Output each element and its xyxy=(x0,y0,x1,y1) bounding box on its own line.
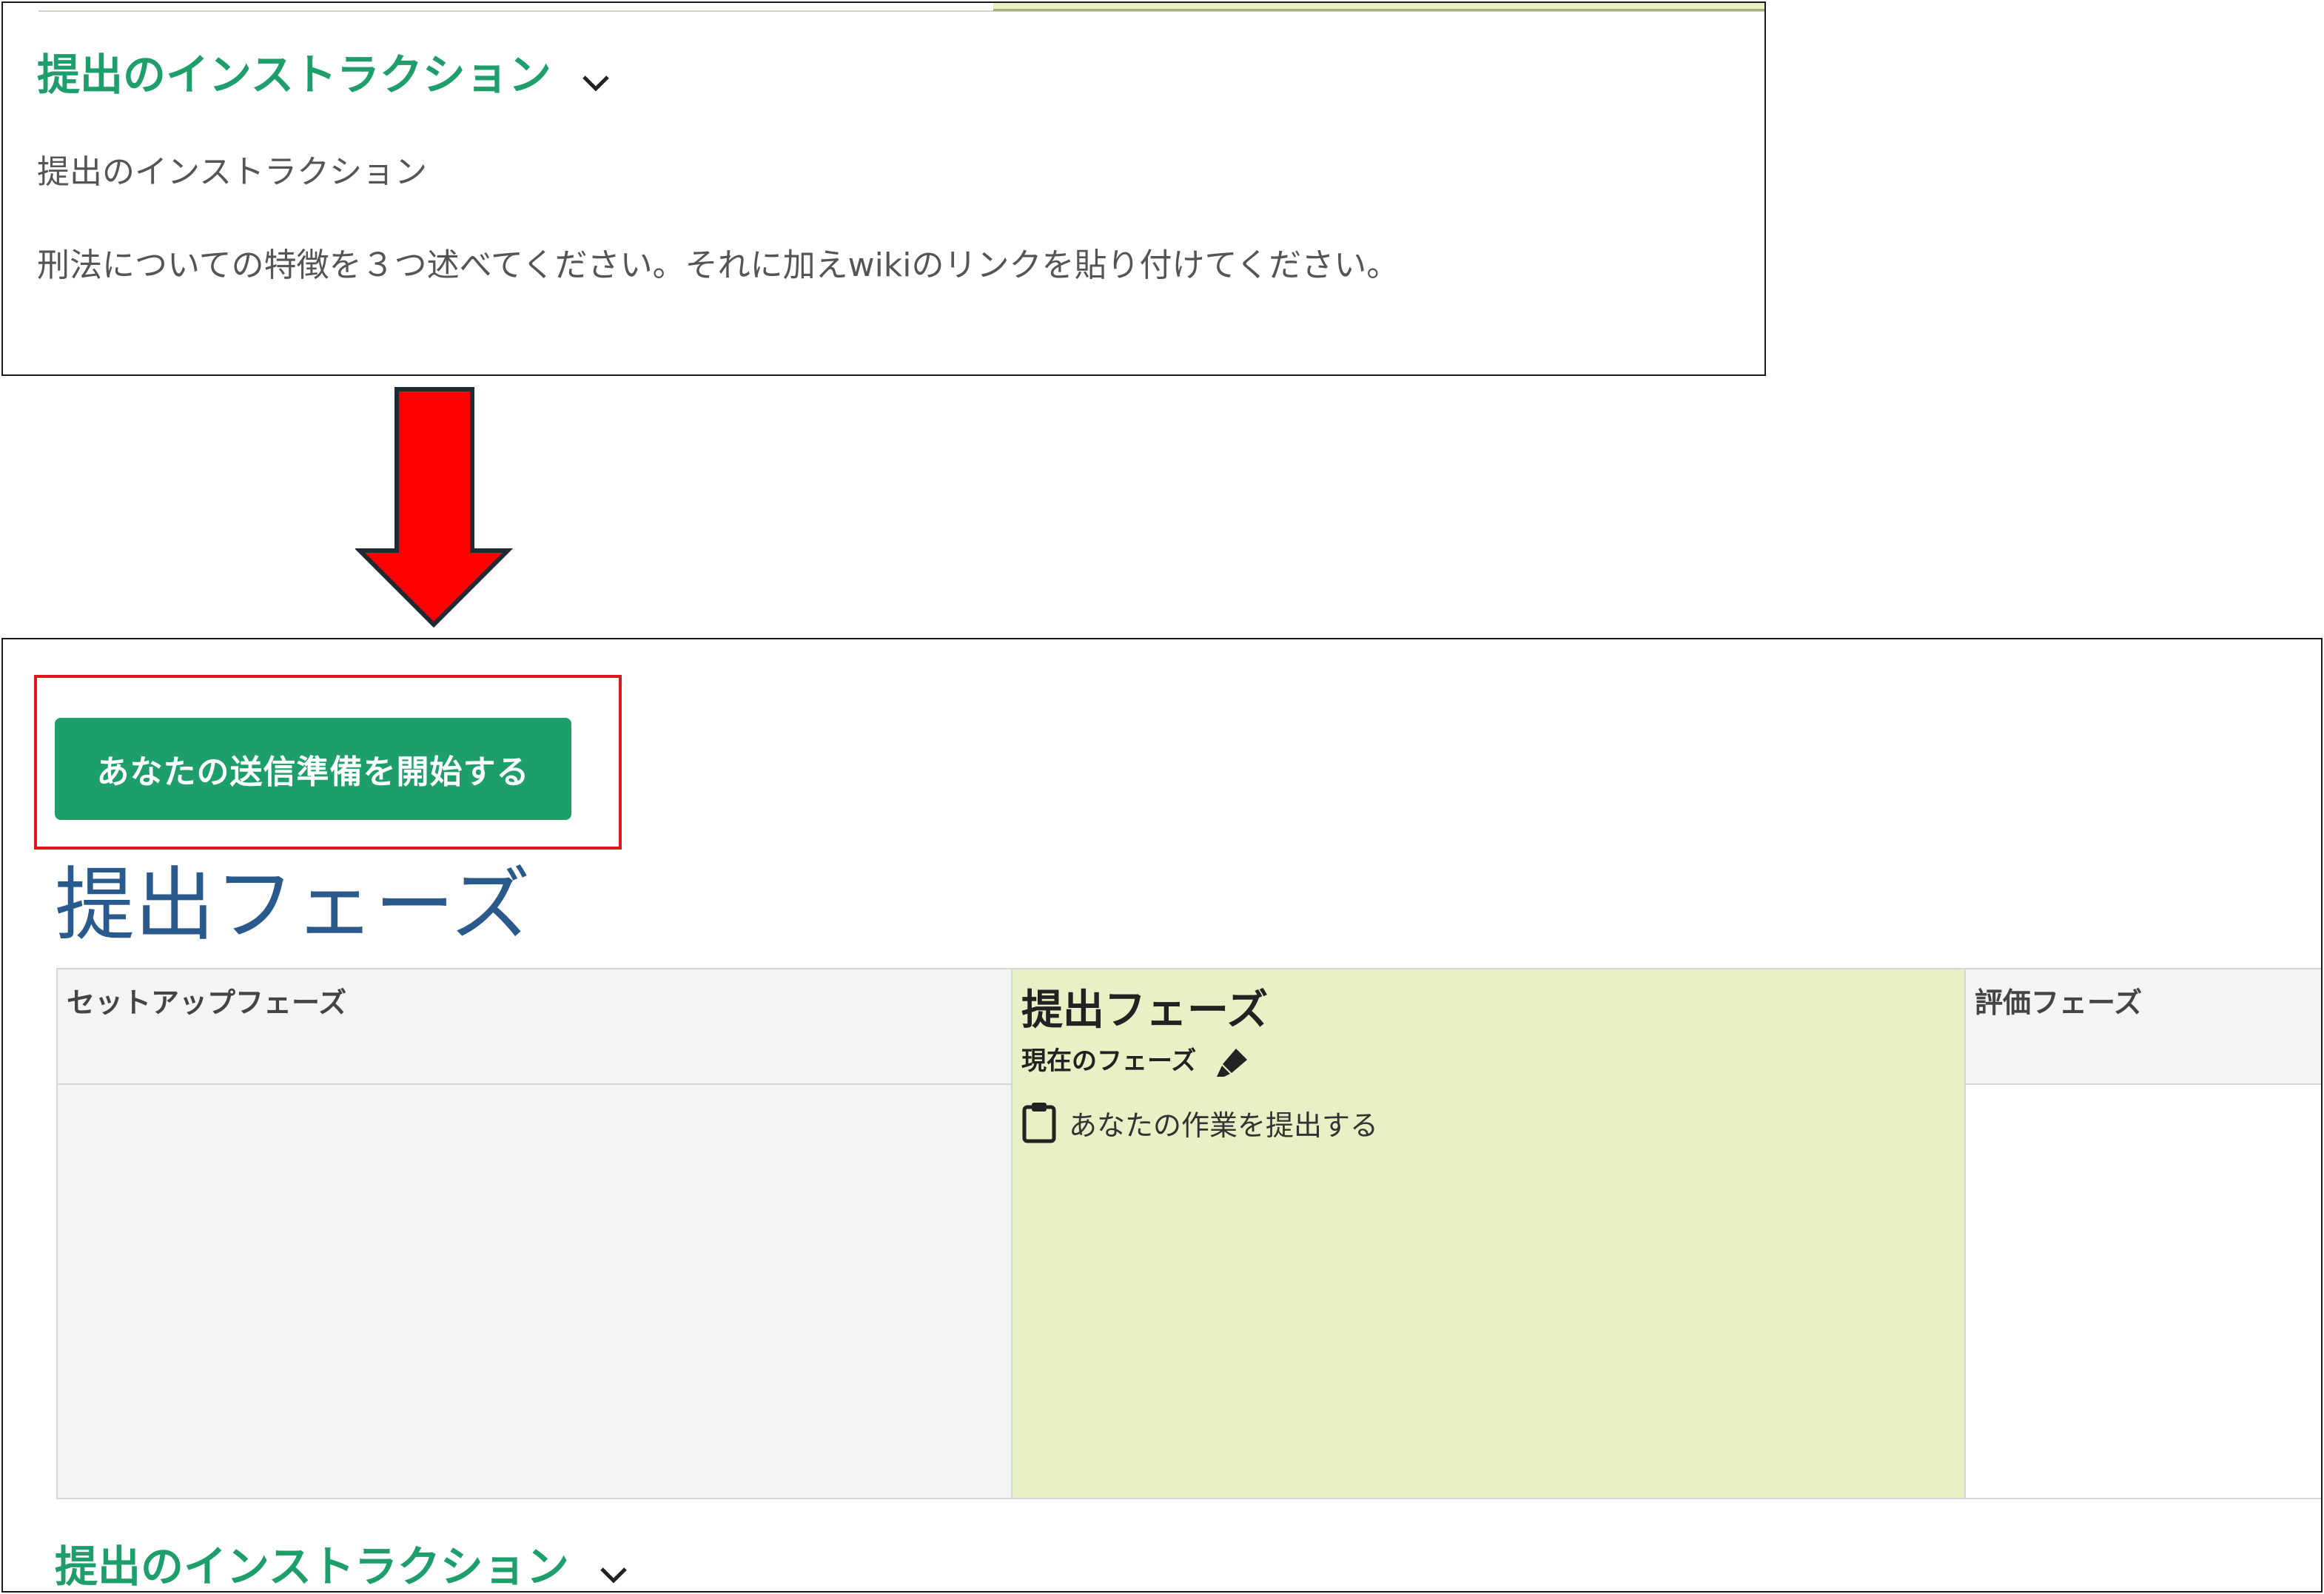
current-phase-indicator: 現在のフェーズ xyxy=(1021,1040,1249,1079)
instructions-heading-after-text: 提出のインストラクション xyxy=(55,1541,569,1592)
arrow-down-icon xyxy=(355,387,514,628)
instructions-body: 刑法についての特徴を３つ述べてください。それに加えwikiのリンクを貼り付けてく… xyxy=(37,246,1400,284)
current-phase-edge xyxy=(993,3,1764,11)
phase-setup-name: セットアップフェーズ xyxy=(67,986,347,1019)
page-title: 提出フェーズ xyxy=(55,859,531,952)
current-phase-label: 現在のフェーズ xyxy=(1021,1046,1197,1076)
phase-assessment: 評価フェーズ xyxy=(1964,969,2321,1498)
before-panel: 提出のインストラクション 提出のインストラクション 刑法についての特徴を３つ述べ… xyxy=(1,1,1766,376)
phase-table-edge xyxy=(38,3,1764,12)
phase-assessment-header: 評価フェーズ xyxy=(1966,969,2321,1085)
phase-assessment-body xyxy=(1966,1085,2321,1498)
instructions-heading-text: 提出のインストラクション xyxy=(37,50,551,100)
clipboard-icon xyxy=(1022,1103,1056,1143)
phase-setup-header: セットアップフェーズ xyxy=(58,969,1011,1085)
phase-setup: セットアップフェーズ xyxy=(58,969,1012,1498)
phase-submission-header: 提出フェーズ 現在のフェーズ xyxy=(1012,969,1964,1085)
chevron-down-icon[interactable] xyxy=(599,1544,628,1591)
phase-submission-name: 提出フェーズ xyxy=(1021,986,1269,1035)
instructions-heading-after[interactable]: 提出のインストラクション xyxy=(55,1532,628,1592)
instructions-subheading: 提出のインストラクション xyxy=(37,153,428,191)
submit-work-task[interactable]: あなたの作業を提出する xyxy=(1021,1101,1378,1144)
instructions-heading[interactable]: 提出のインストラクション xyxy=(37,40,611,103)
chevron-down-icon[interactable] xyxy=(581,53,611,103)
phase-submission: 提出フェーズ 現在のフェーズ あなたの作業を提出する xyxy=(1012,969,1964,1498)
phase-table: セットアップフェーズ 提出フェーズ 現在のフェーズ あなたの作業を提出する 評価… xyxy=(56,968,2321,1499)
submit-work-link[interactable]: あなたの作業を提出する xyxy=(1069,1103,1378,1143)
after-panel: あなたの送信準備を開始する 提出フェーズ セットアップフェーズ 提出フェーズ 現… xyxy=(1,638,2323,1593)
highlighter-icon xyxy=(1217,1048,1248,1077)
start-submission-button[interactable]: あなたの送信準備を開始する xyxy=(55,718,571,820)
phase-assessment-name: 評価フェーズ xyxy=(1975,986,2143,1019)
